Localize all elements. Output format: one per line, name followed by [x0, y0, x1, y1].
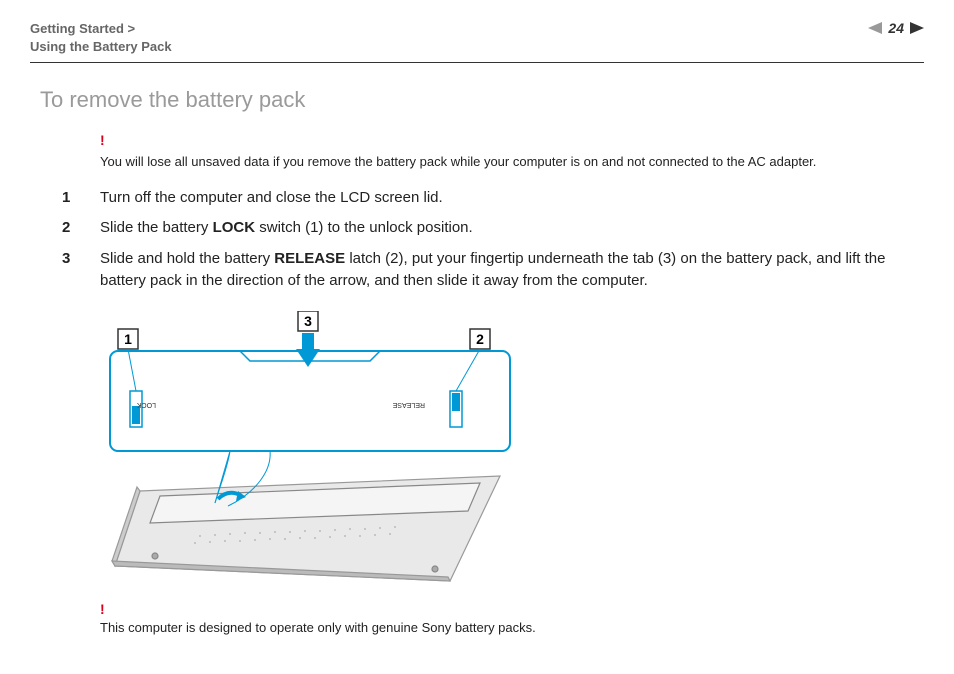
- step-3: Slide and hold the battery RELEASE latch…: [62, 248, 924, 293]
- page-title: To remove the battery pack: [40, 87, 924, 113]
- step-list: Turn off the computer and close the LCD …: [62, 187, 924, 293]
- pager: 24: [868, 20, 924, 36]
- diagram-lock-label: LOCK: [137, 401, 156, 408]
- warning-text-top: You will lose all unsaved data if you re…: [100, 154, 816, 169]
- warning-text-bottom: This computer is designed to operate onl…: [100, 620, 536, 635]
- prev-page-icon[interactable]: [868, 22, 882, 34]
- callout-2: 2: [476, 331, 484, 347]
- callout-1: 1: [124, 331, 132, 347]
- callout-3: 3: [304, 313, 312, 329]
- step-2: Slide the battery LOCK switch (1) to the…: [62, 217, 924, 240]
- warning-icon: !: [100, 132, 105, 148]
- diagram-release-label: RELEASE: [392, 401, 425, 408]
- page-number: 24: [888, 20, 904, 36]
- breadcrumb-line-2: Using the Battery Pack: [30, 38, 172, 56]
- step-1: Turn off the computer and close the LCD …: [62, 187, 924, 210]
- battery-diagram: LOCK RELEASE 1 2 3: [100, 311, 520, 591]
- step-1-text: Turn off the computer and close the LCD …: [100, 189, 443, 206]
- next-page-icon[interactable]: [910, 22, 924, 34]
- warning-icon-bottom: !: [100, 601, 105, 617]
- breadcrumb-line-1: Getting Started >: [30, 20, 172, 38]
- breadcrumb: Getting Started > Using the Battery Pack: [30, 20, 172, 56]
